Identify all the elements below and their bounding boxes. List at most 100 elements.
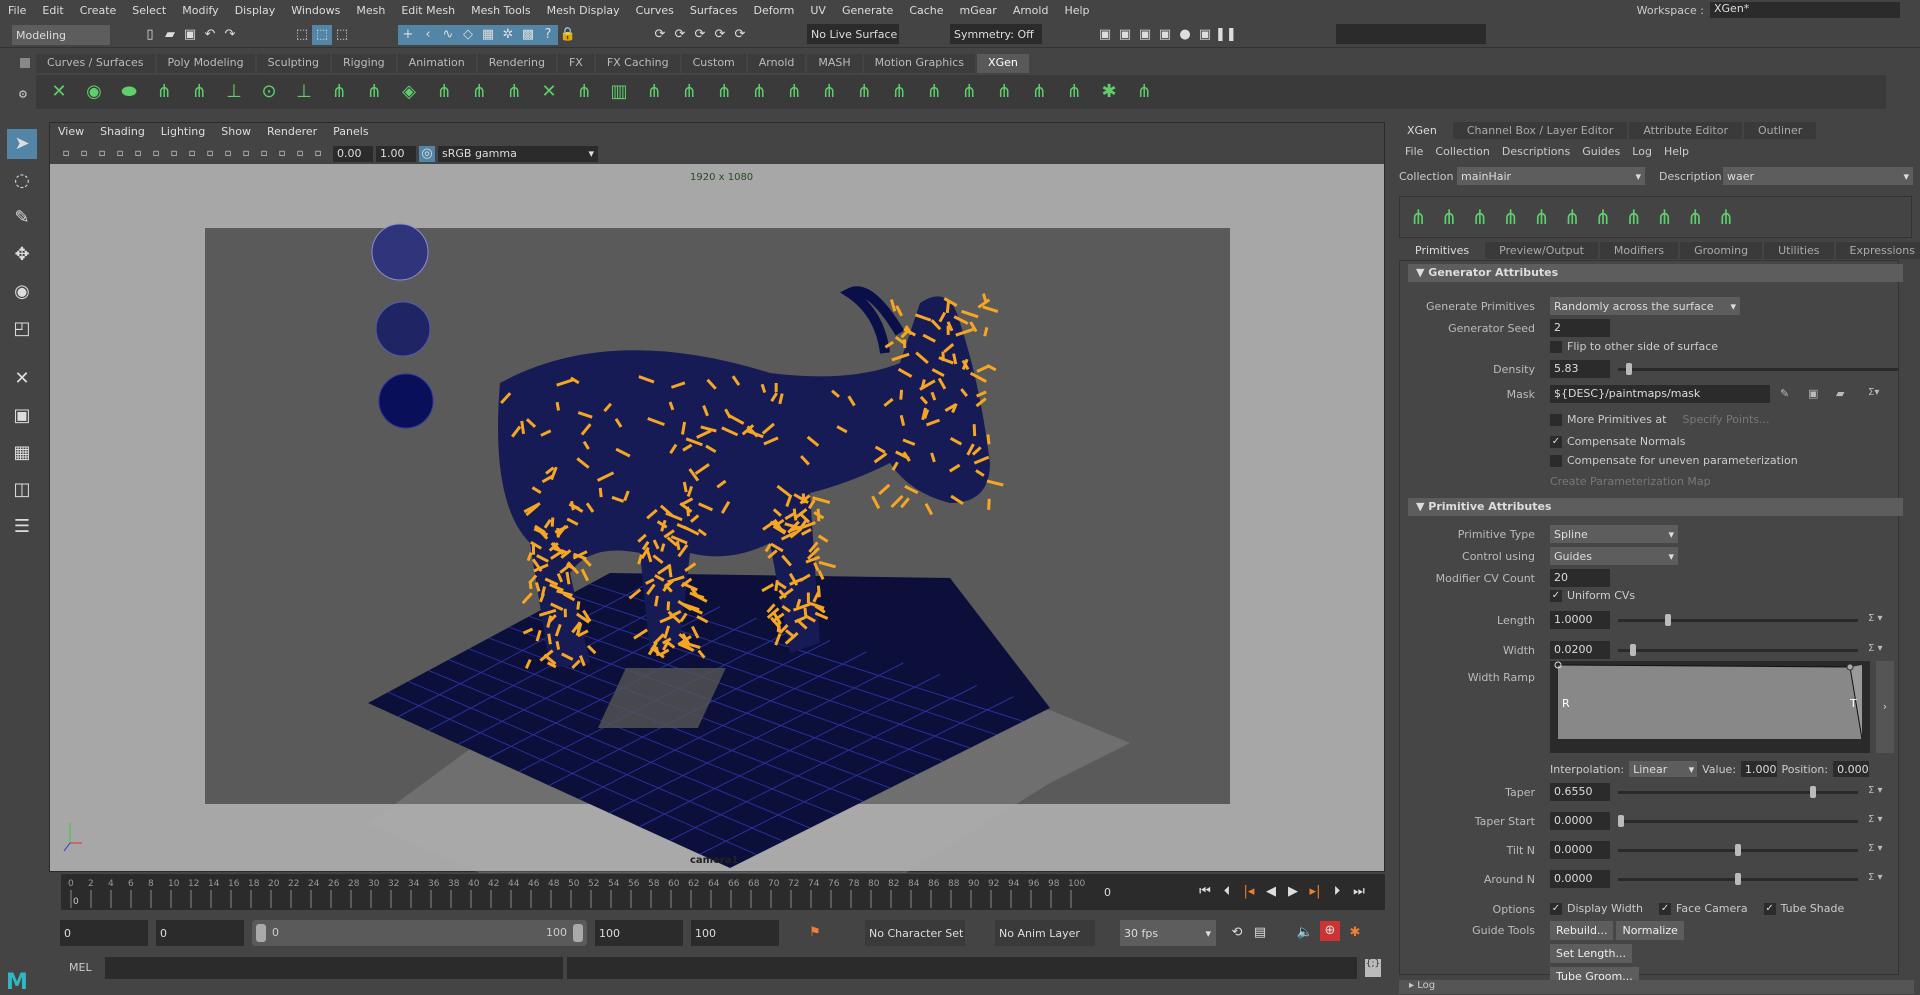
render-sequence-icon[interactable]: ▣ xyxy=(1115,25,1135,45)
snap-grid-icon[interactable]: + xyxy=(398,25,418,45)
xgen-shelf-tool-icon-4[interactable]: ⋔ xyxy=(151,79,177,105)
new-scene-icon[interactable]: ▯ xyxy=(140,25,160,45)
xgen-shelf-tool-icon-24[interactable]: ⋔ xyxy=(851,79,877,105)
preview-refresh-icon[interactable]: ⋔ xyxy=(1410,205,1427,229)
option-display-width-check[interactable]: ✓ xyxy=(1550,903,1562,915)
lock-icon[interactable]: 🔒 xyxy=(558,25,578,45)
width-slider[interactable] xyxy=(1618,649,1858,652)
menu-mesh[interactable]: Mesh xyxy=(348,4,393,17)
xgen-shelf-tool-icon-16[interactable]: ⋔ xyxy=(571,79,597,105)
command-field[interactable] xyxy=(1336,24,1486,44)
menu-edit[interactable]: Edit xyxy=(34,4,71,17)
xgen-shelf-tool-icon-15[interactable]: ✕ xyxy=(536,79,562,105)
current-time-marker[interactable]: 0 xyxy=(73,897,79,907)
subtab-primitives[interactable]: Primitives xyxy=(1401,242,1483,259)
mask-field[interactable]: ${DESC}/paintmaps/mask xyxy=(1550,385,1770,403)
menu-file[interactable]: File xyxy=(0,4,34,17)
paint-select-icon[interactable]: ✎ xyxy=(7,203,37,233)
rotate-tool-icon[interactable]: ◉ xyxy=(7,277,37,307)
menu-display[interactable]: Display xyxy=(227,4,284,17)
width-field[interactable]: 0.0200 xyxy=(1550,641,1610,659)
menu-deform[interactable]: Deform xyxy=(745,4,802,17)
option-face-camera-check[interactable]: ✓ xyxy=(1659,903,1671,915)
mel-label[interactable]: MEL xyxy=(69,961,92,974)
panel-tab-channel-box-layer-editor[interactable]: Channel Box / Layer Editor xyxy=(1453,122,1628,139)
arnold-render-icon[interactable]: ▣ xyxy=(1195,25,1215,45)
menu-cache[interactable]: Cache xyxy=(901,4,951,17)
xgen-shelf-tool-icon-9[interactable]: ⋔ xyxy=(326,79,352,105)
around-n-field[interactable]: 0.0000 xyxy=(1550,870,1610,888)
select-object-icon[interactable]: ⬚ xyxy=(312,25,332,45)
panel-tab-outliner[interactable]: Outliner xyxy=(1744,122,1816,139)
taper-expression-icon[interactable]: Σ ▾ xyxy=(1868,785,1883,796)
snap-view-icon[interactable]: ◇ xyxy=(458,25,478,45)
snap-curve-icon[interactable]: ‹ xyxy=(418,25,438,45)
expression-icon[interactable]: Σ▾ xyxy=(1868,387,1879,398)
menu-modify[interactable]: Modify xyxy=(174,4,226,17)
xgen-tool-icon[interactable]: ✕ xyxy=(7,364,37,394)
interpolation-dropdown[interactable]: Linear▾ xyxy=(1629,761,1697,777)
workspace-dropdown[interactable]: XGen* xyxy=(1710,2,1900,18)
compensate-uneven-checkbox[interactable]: Compensate for uneven parameterization xyxy=(1550,454,1920,474)
flip-checkbox[interactable]: Flip to other side of surface xyxy=(1550,340,1920,360)
auto-key-icon[interactable]: ⊕ xyxy=(1320,921,1340,941)
taper-slider[interactable] xyxy=(1618,791,1858,794)
preview-clear-icon[interactable]: ⋔ xyxy=(1441,205,1458,229)
help-icon[interactable]: ? xyxy=(538,25,558,45)
density-field[interactable]: 5.83 xyxy=(1550,360,1610,378)
xgen-shelf-tool-icon-26[interactable]: ⋔ xyxy=(921,79,947,105)
taper-field[interactable]: 0.6550 xyxy=(1550,783,1610,801)
tilt-n-slider[interactable] xyxy=(1618,849,1858,852)
xgen-shelf-tool-icon-8[interactable]: ⊥ xyxy=(291,79,317,105)
uniform-cvs-checkbox[interactable]: ✓Uniform CVs xyxy=(1550,589,1920,609)
create-parameterization-map-button[interactable]: Create Parameterization Map xyxy=(1550,475,1920,495)
script-editor-icon[interactable]: {;} xyxy=(1365,959,1381,977)
range-end-handle[interactable] xyxy=(573,924,583,942)
xgen-shelf-tool-icon-25[interactable]: ⋔ xyxy=(886,79,912,105)
xgen-shelf-tool-icon-18[interactable]: ⋔ xyxy=(641,79,667,105)
compensate-normals-check[interactable]: ✓ xyxy=(1550,436,1562,448)
primitive-attributes-header[interactable]: ▼ Primitive Attributes xyxy=(1408,498,1903,516)
taper-start-slider[interactable] xyxy=(1618,820,1858,823)
anim-start-field[interactable]: 0 xyxy=(156,920,244,946)
xgen-shelf-tool-icon-3[interactable]: ⬬ xyxy=(116,79,142,105)
xgen-shelf-tool-icon-5[interactable]: ⋔ xyxy=(186,79,212,105)
go-to-end-icon[interactable]: ⏭ xyxy=(1349,882,1369,902)
taper-knob[interactable] xyxy=(1810,786,1816,798)
preferences-icon[interactable]: ✱ xyxy=(1345,923,1365,943)
shelf-tab-arnold[interactable]: Arnold xyxy=(748,54,806,73)
symmetry-dropdown[interactable]: Symmetry: Off xyxy=(950,24,1042,44)
current-frame-field[interactable]: 0 xyxy=(1100,882,1188,902)
redo-icon[interactable]: ↷ xyxy=(220,25,240,45)
around-n-knob[interactable] xyxy=(1735,873,1741,885)
snap-lasso2-icon[interactable]: ⟳ xyxy=(670,25,690,45)
range-slider[interactable]: 0 100 xyxy=(252,920,587,946)
select-tool-icon[interactable]: ➤ xyxy=(7,129,37,159)
more-primitives-check[interactable] xyxy=(1550,414,1562,426)
xgen-menu-file[interactable]: File xyxy=(1405,145,1423,158)
two-view-layout-icon[interactable]: ◫ xyxy=(7,475,37,505)
primitive-type-dropdown[interactable]: Spline▾ xyxy=(1550,525,1678,543)
xgen-shelf-tool-icon-2[interactable]: ◉ xyxy=(81,79,107,105)
snap-lasso5-icon[interactable]: ⟳ xyxy=(730,25,750,45)
compensate-normals-checkbox[interactable]: ✓Compensate Normals xyxy=(1550,435,1920,455)
collection-dropdown[interactable]: mainHair▾ xyxy=(1457,167,1645,185)
around-n-expression-icon[interactable]: Σ ▾ xyxy=(1868,872,1883,883)
menu-surfaces[interactable]: Surfaces xyxy=(682,4,746,17)
subtab-preview-output[interactable]: Preview/Output xyxy=(1485,242,1598,259)
rebuild-button[interactable]: Rebuild... xyxy=(1550,921,1613,940)
lasso-tool-icon[interactable]: ◌ xyxy=(7,166,37,196)
save-icon[interactable]: ▣ xyxy=(180,25,200,45)
length-field[interactable]: 1.0000 xyxy=(1550,611,1610,629)
shelf-tab-rigging[interactable]: Rigging xyxy=(332,54,396,73)
menu-create[interactable]: Create xyxy=(72,4,125,17)
shelf-settings-icon[interactable]: ⚙ xyxy=(18,88,28,101)
compensate-uneven-check[interactable] xyxy=(1550,455,1562,467)
menu-edit-mesh[interactable]: Edit Mesh xyxy=(393,4,463,17)
ramp-position-field[interactable]: 0.000 xyxy=(1833,761,1869,777)
tilt-n-field[interactable]: 0.0000 xyxy=(1550,841,1610,859)
tilt-n-knob[interactable] xyxy=(1735,844,1741,856)
xgen-shelf-tool-icon-13[interactable]: ⋔ xyxy=(466,79,492,105)
ramp-expand-button[interactable]: › xyxy=(1876,661,1894,753)
subtab-modifiers[interactable]: Modifiers xyxy=(1600,242,1678,259)
